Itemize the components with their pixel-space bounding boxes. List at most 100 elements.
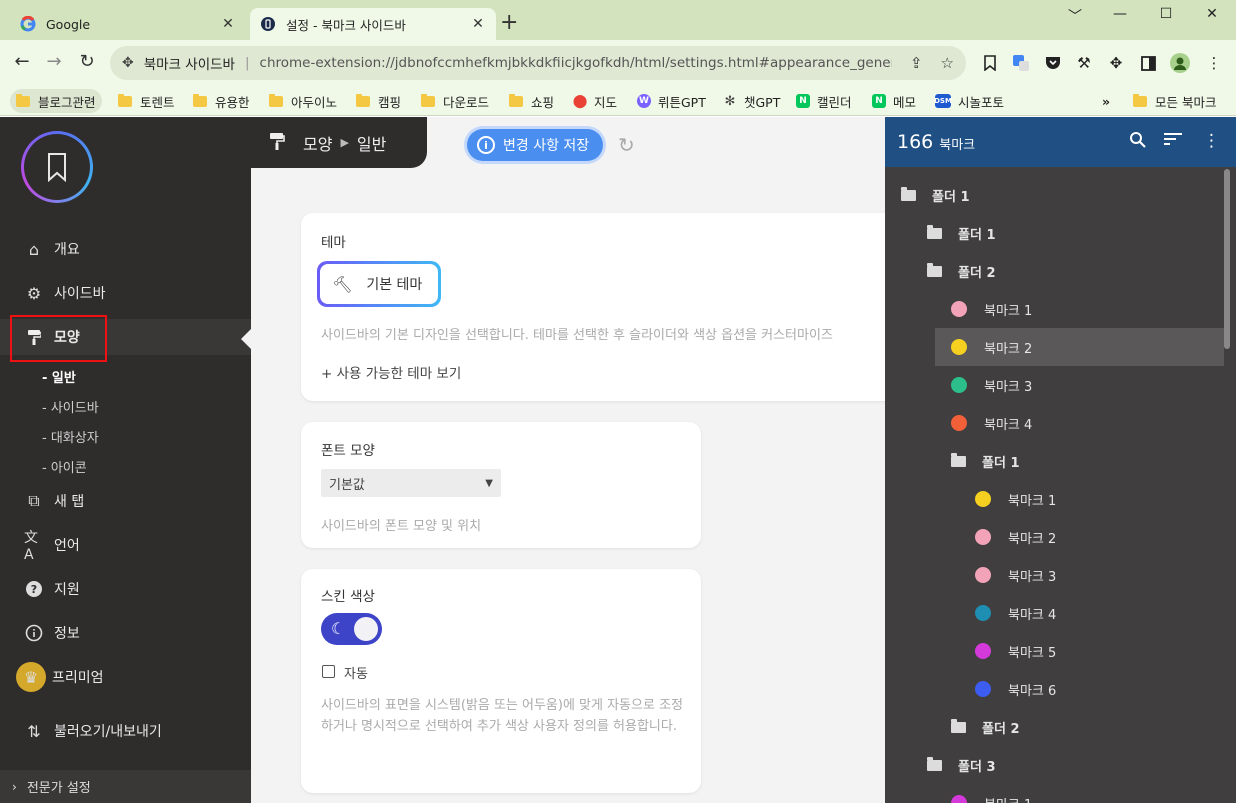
bookmark-link[interactable]: N 캘린더 — [790, 89, 858, 113]
address-bar[interactable]: ✥ 북마크 사이드바 | chrome-extension://jdbnofcc… — [110, 46, 966, 80]
subnav-dialog[interactable]: - 대화상자 — [42, 427, 99, 446]
bookmark-link[interactable]: ✻ 챗GPT — [717, 89, 786, 113]
tool-ext-icon[interactable]: ⚒ — [1074, 53, 1094, 73]
dark-mode-toggle[interactable]: ☾ — [321, 613, 382, 645]
dsm-icon: DSM — [934, 94, 952, 108]
save-label: 변경 사항 저장 — [503, 138, 590, 154]
bookmark-folder[interactable]: 블로그관련 — [10, 89, 102, 113]
folder-icon — [927, 262, 942, 277]
theme-select-button[interactable]: 🔨︎ 기본 테마 — [317, 261, 441, 307]
folder-row[interactable]: 폴더 2 — [885, 708, 1224, 746]
scrollbar[interactable] — [1224, 169, 1230, 349]
font-select[interactable]: 기본값 ▼ — [321, 469, 501, 497]
close-window-button[interactable]: ✕ — [1197, 6, 1227, 22]
maximize-button[interactable]: ☐ — [1151, 6, 1181, 22]
bookmark-row[interactable]: 북마크 4 — [885, 404, 1224, 442]
profile-avatar[interactable] — [1170, 53, 1190, 73]
star-icon[interactable]: ☆ — [941, 54, 954, 72]
bookmark-folder[interactable]: 아두이노 — [263, 89, 343, 113]
theme-label: 테마 — [321, 235, 346, 251]
tree-label: 북마크 1 — [1008, 493, 1057, 509]
folder-row[interactable]: 폴더 1 — [885, 176, 1224, 214]
auto-checkbox[interactable] — [322, 665, 335, 678]
bookmark-link[interactable]: DSM 시놀포토 — [929, 89, 1010, 113]
new-tab-button[interactable]: + — [500, 12, 518, 34]
bookmark-row[interactable]: 북마크 3 — [885, 366, 1224, 404]
side-panel-icon[interactable] — [1138, 53, 1158, 73]
google-icon — [20, 16, 36, 32]
reset-icon[interactable]: ↻ — [618, 133, 635, 157]
bookmark-folder[interactable]: 캠핑 — [350, 89, 407, 113]
bookmark-link[interactable]: W 뤼튼GPT — [631, 89, 712, 113]
bookmark-link[interactable]: ⬤ 지도 — [567, 89, 623, 113]
more-vert-icon[interactable]: ⋮ — [1203, 131, 1220, 151]
maps-icon: ⬤ — [572, 93, 588, 109]
bookmark-sidebar-icon[interactable] — [980, 53, 1000, 73]
back-icon[interactable]: ← — [10, 52, 34, 72]
share-icon[interactable]: ⇪ — [910, 54, 923, 72]
nav-support[interactable]: ? 지원 — [0, 571, 251, 607]
folder-row[interactable]: 폴더 1 — [885, 442, 1224, 480]
nav-label: 개요 — [54, 242, 80, 258]
bookmark-label: 지도 — [594, 94, 618, 110]
tree-label: 폴더 1 — [958, 227, 996, 243]
folder-row[interactable]: 폴더 3 — [885, 746, 1224, 784]
minimize-button[interactable]: — — [1105, 6, 1135, 22]
extensions-icon[interactable]: ✥ — [1106, 53, 1126, 73]
search-icon[interactable] — [1129, 131, 1146, 153]
breadcrumb-section[interactable]: 모양 — [303, 131, 332, 155]
bookmark-folder[interactable]: 유용한 — [187, 89, 256, 113]
bookmarks-overflow-button[interactable]: » — [1096, 89, 1116, 113]
url-text[interactable]: chrome-extension://jdbnofccmhefkmjbkkdkf… — [260, 55, 892, 71]
tab-google[interactable]: Google ✕ — [10, 8, 246, 40]
nav-sidebar[interactable]: ⚙ 사이드바 — [0, 275, 251, 311]
bookmark-row[interactable]: 북마크 2 — [935, 328, 1224, 366]
folder-row[interactable]: 폴더 1 — [885, 214, 1224, 252]
folder-icon — [356, 93, 370, 107]
bookmark-row[interactable]: 북마크 5 — [885, 632, 1224, 670]
sort-icon[interactable] — [1164, 131, 1182, 151]
translate-ext-icon[interactable] — [1011, 53, 1031, 73]
bookmark-row[interactable]: 북마크 1 — [885, 480, 1224, 518]
pocket-icon[interactable] — [1043, 53, 1063, 73]
bookmark-folder[interactable]: 쇼핑 — [503, 89, 560, 113]
bookmark-link[interactable]: N 메모 — [866, 89, 922, 113]
bookmark-row[interactable]: 북마크 4 — [885, 594, 1224, 632]
nav-new-tab[interactable]: ⧉ 새 탭 — [0, 483, 251, 519]
nav-info[interactable]: 정보 — [0, 615, 251, 651]
nav-import-export[interactable]: ⇅ 불러오기/내보내기 — [0, 713, 251, 749]
bookmarks-bar: 블로그관련 토렌트 유용한 아두이노 캠핑 다운로드 쇼핑 ⬤ 지도 W 뤼튼GPT… — [0, 86, 1236, 116]
nav-premium[interactable]: ♛ 프리미엄 — [0, 659, 251, 695]
subnav-general[interactable]: - 일반 — [42, 367, 76, 386]
menu-kebab-icon[interactable]: ⋮ — [1204, 53, 1224, 73]
folder-row[interactable]: 폴더 2 — [885, 252, 1224, 290]
bookmark-row[interactable]: 북마크 2 — [885, 518, 1224, 556]
close-tab-icon[interactable]: ✕ — [470, 16, 486, 32]
close-tab-icon[interactable]: ✕ — [220, 16, 236, 32]
bookmark-row[interactable]: 북마크 1 — [885, 784, 1224, 803]
tree-label: 북마크 2 — [1008, 531, 1057, 547]
nav-overview[interactable]: ⌂ 개요 — [0, 231, 251, 267]
show-themes-link[interactable]: + 사용 가능한 테마 보기 — [321, 362, 461, 382]
nav-language[interactable]: 文A 언어 — [0, 527, 251, 563]
bookmark-row[interactable]: 북마크 1 — [885, 290, 1224, 328]
bookmark-row[interactable]: 북마크 6 — [885, 670, 1224, 708]
bookmark-label: 아두이노 — [291, 94, 338, 110]
forward-icon[interactable]: → — [42, 52, 66, 72]
subnav-sidebar[interactable]: - 사이드바 — [42, 397, 99, 416]
save-changes-button[interactable]: i 변경 사항 저장 — [467, 129, 604, 161]
all-bookmarks-folder[interactable]: 모든 북마크 — [1127, 89, 1222, 113]
bookmark-label: 쇼핑 — [531, 94, 555, 110]
bookmark-count-label: 북마크 — [939, 138, 976, 153]
panel-header: 166 북마크 ⋮ — [885, 117, 1236, 167]
bookmark-row[interactable]: 북마크 3 — [885, 556, 1224, 594]
browser-toolbar: ← → ↻ ✥ 북마크 사이드바 | chrome-extension://jd… — [0, 40, 1236, 86]
tab-search-icon[interactable]: ﹀ — [1060, 6, 1090, 26]
subnav-icon[interactable]: - 아이콘 — [42, 457, 87, 476]
expert-settings-toggle[interactable]: › 전문가 설정 — [0, 770, 251, 803]
bookmark-folder[interactable]: 토렌트 — [112, 89, 181, 113]
reload-icon[interactable]: ↻ — [75, 52, 99, 72]
font-description: 사이드바의 폰트 모양 및 위치 — [321, 519, 482, 534]
tab-settings[interactable]: 설정 - 북마크 사이드바 ✕ — [250, 8, 496, 40]
bookmark-folder[interactable]: 다운로드 — [415, 89, 495, 113]
